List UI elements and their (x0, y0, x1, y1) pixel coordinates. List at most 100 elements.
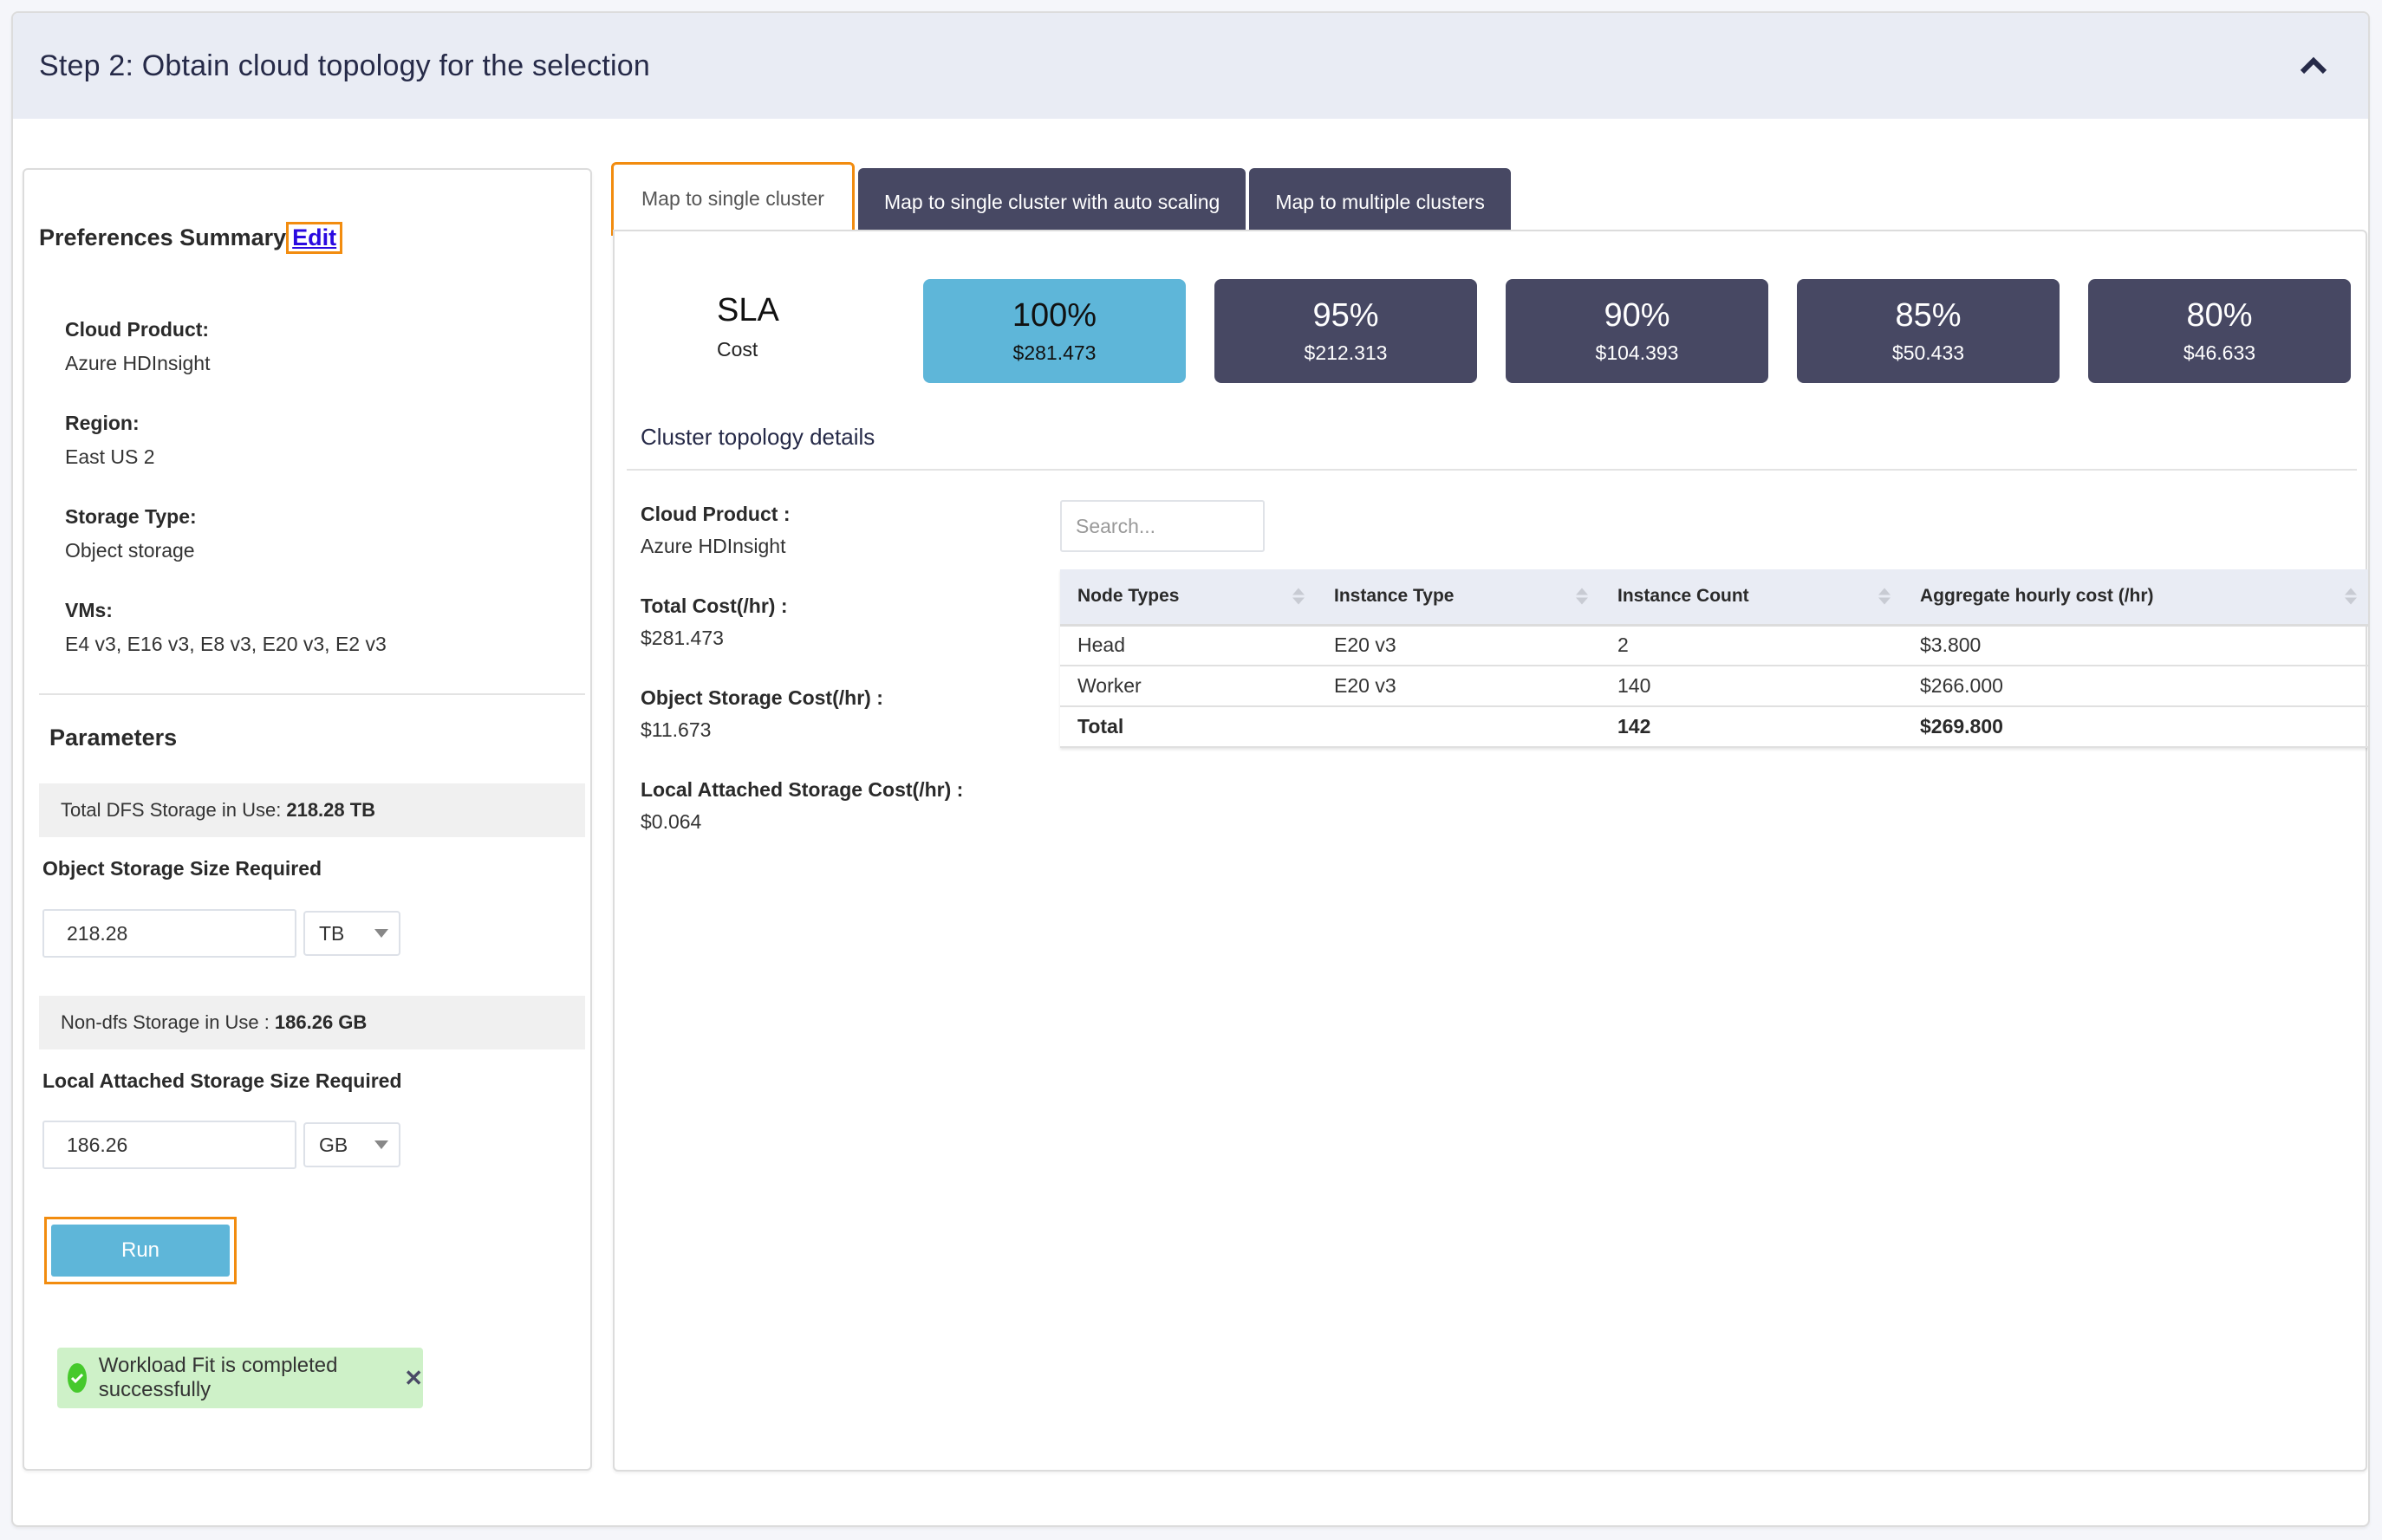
detail-value: $11.673 (641, 718, 712, 741)
sla-percent: 95% (1312, 297, 1379, 334)
column-label: Instance Count (1617, 586, 1749, 607)
sla-option-90[interactable]: 90% $104.393 (1506, 279, 1768, 383)
pref-value: E4 v3, E16 v3, E8 v3, E20 v3, E2 v3 (65, 633, 387, 655)
run-button-highlight: Run (44, 1217, 237, 1284)
step-header[interactable]: Step 2: Obtain cloud topology for the se… (13, 13, 2368, 119)
sort-icon[interactable] (1292, 588, 1305, 605)
step-title: Step 2: Obtain cloud topology for the se… (39, 49, 650, 82)
alert-message: Workload Fit is completed successfully (98, 1354, 338, 1401)
chevron-up-icon (2300, 56, 2327, 75)
cell-total-instance-type (1317, 706, 1600, 748)
sla-option-80[interactable]: 80% $46.633 (2088, 279, 2351, 383)
cell-node-type: Worker (1060, 666, 1317, 707)
unit-value: GB (319, 1133, 348, 1156)
pref-label: Storage Type: (65, 505, 197, 528)
sla-cost: $212.313 (1304, 341, 1388, 364)
sla-option-95[interactable]: 95% $212.313 (1214, 279, 1477, 383)
sla-option-100[interactable]: 100% $281.473 (923, 279, 1186, 383)
column-label: Node Types (1077, 586, 1180, 607)
pref-label: Cloud Product: (65, 318, 210, 341)
column-header-aggregate-cost[interactable]: Aggregate hourly cost (/hr) (1903, 569, 2368, 627)
detail-local-storage-cost: Local Attached Storage Cost(/hr) : $0.06… (641, 778, 963, 834)
search-input[interactable] (1060, 500, 1265, 552)
preferences-summary-title: Preferences Summary (39, 224, 287, 250)
pref-value: East US 2 (65, 445, 155, 468)
sla-percent: 85% (1895, 297, 1962, 334)
pref-item-cloud-product: Cloud Product: Azure HDInsight (65, 318, 387, 375)
close-icon[interactable]: ✕ (404, 1365, 423, 1392)
cell-instance-type: E20 v3 (1317, 625, 1600, 666)
table-header-row: Node Types Instance Type Instance Count … (1060, 569, 2368, 627)
sort-icon[interactable] (1878, 588, 1891, 605)
detail-cloud-product: Cloud Product : Azure HDInsight (641, 503, 963, 558)
check-circle-icon (68, 1363, 87, 1393)
tab-map-multiple-clusters[interactable]: Map to multiple clusters (1249, 168, 1511, 236)
cell-instance-count: 2 (1600, 625, 1903, 666)
detail-value: Azure HDInsight (641, 535, 786, 557)
cell-aggregate-cost: $266.000 (1903, 666, 2368, 707)
pref-item-region: Region: East US 2 (65, 412, 387, 469)
sla-cost: $46.633 (2183, 341, 2256, 364)
cell-aggregate-cost: $3.800 (1903, 625, 2368, 666)
sla-subtitle: Cost (717, 338, 758, 361)
cell-node-type: Head (1060, 625, 1317, 666)
sla-percent: 100% (1012, 297, 1097, 334)
column-label: Instance Type (1334, 586, 1455, 607)
success-alert: Workload Fit is completed successfully ✕ (57, 1348, 423, 1408)
sla-label-block: SLA Cost (717, 292, 779, 361)
pref-value: Object storage (65, 539, 195, 562)
sla-cost: $50.433 (1891, 341, 1965, 364)
unit-value: TB (319, 921, 345, 945)
table-total-row: Total 142 $269.800 (1060, 706, 2368, 748)
tab-map-single-cluster-autoscaling[interactable]: Map to single cluster with auto scaling (857, 168, 1246, 236)
preferences-panel: Preferences Summary Edit Cloud Product: … (23, 168, 592, 1471)
preferences-list: Cloud Product: Azure HDInsight Region: E… (65, 318, 387, 692)
collapse-button[interactable] (2292, 44, 2335, 88)
object-storage-unit-select[interactable]: TB (303, 911, 400, 956)
mapping-tabs: Map to single cluster Map to single clus… (611, 162, 1514, 236)
sort-icon[interactable] (2345, 588, 2357, 605)
nondfs-storage-value: 186.26 GB (274, 1011, 368, 1033)
caret-down-icon (374, 929, 388, 938)
sort-icon[interactable] (1576, 588, 1588, 605)
detail-label: Cloud Product : (641, 503, 791, 525)
nondfs-storage-label: Non-dfs Storage in Use : (61, 1011, 270, 1033)
table-row: Head E20 v3 2 $3.800 (1060, 625, 2368, 666)
detail-total-cost: Total Cost(/hr) : $281.473 (641, 595, 963, 650)
dfs-storage-info: Total DFS Storage in Use: 218.28 TB (39, 783, 585, 837)
edit-preferences-link[interactable]: Edit (286, 222, 343, 254)
nondfs-storage-info: Non-dfs Storage in Use : 186.26 GB (39, 996, 585, 1049)
pref-value: Azure HDInsight (65, 352, 211, 374)
local-storage-unit-select[interactable]: GB (303, 1122, 400, 1167)
pref-label: VMs: (65, 599, 113, 621)
cluster-details-list: Cloud Product : Azure HDInsight Total Co… (641, 503, 963, 870)
dfs-storage-value: 218.28 TB (286, 799, 376, 821)
detail-object-storage-cost: Object Storage Cost(/hr) : $11.673 (641, 686, 963, 742)
cell-total-label: Total (1060, 706, 1317, 748)
sla-title: SLA (717, 292, 779, 328)
local-storage-label: Local Attached Storage Size Required (42, 1069, 402, 1092)
run-button[interactable]: Run (51, 1225, 230, 1277)
column-header-node-types[interactable]: Node Types (1060, 569, 1317, 627)
local-storage-input[interactable] (42, 1121, 296, 1169)
object-storage-input[interactable] (42, 909, 296, 958)
sla-percent: 80% (2186, 297, 2253, 334)
cell-total-count: 142 (1600, 706, 1903, 748)
divider (627, 469, 2357, 471)
column-header-instance-count[interactable]: Instance Count (1600, 569, 1903, 627)
topology-table: Node Types Instance Type Instance Count … (1060, 569, 2368, 748)
tab-map-single-cluster[interactable]: Map to single cluster (611, 162, 855, 236)
table-row: Worker E20 v3 140 $266.000 (1060, 666, 2368, 707)
sla-cost: $281.473 (1012, 341, 1097, 364)
sla-percent: 90% (1604, 297, 1670, 334)
detail-value: $0.064 (641, 810, 702, 833)
sla-options: 100% $281.473 95% $212.313 90% $104.393 … (923, 279, 2368, 383)
sla-option-85[interactable]: 85% $50.433 (1797, 279, 2060, 383)
detail-value: $281.473 (641, 627, 724, 649)
dfs-storage-label: Total DFS Storage in Use: (61, 799, 282, 821)
detail-label: Object Storage Cost(/hr) : (641, 686, 883, 709)
cell-instance-type: E20 v3 (1317, 666, 1600, 707)
step-2-panel: Step 2: Obtain cloud topology for the se… (11, 11, 2370, 1527)
cluster-topology-title: Cluster topology details (641, 424, 875, 450)
column-header-instance-type[interactable]: Instance Type (1317, 569, 1600, 627)
